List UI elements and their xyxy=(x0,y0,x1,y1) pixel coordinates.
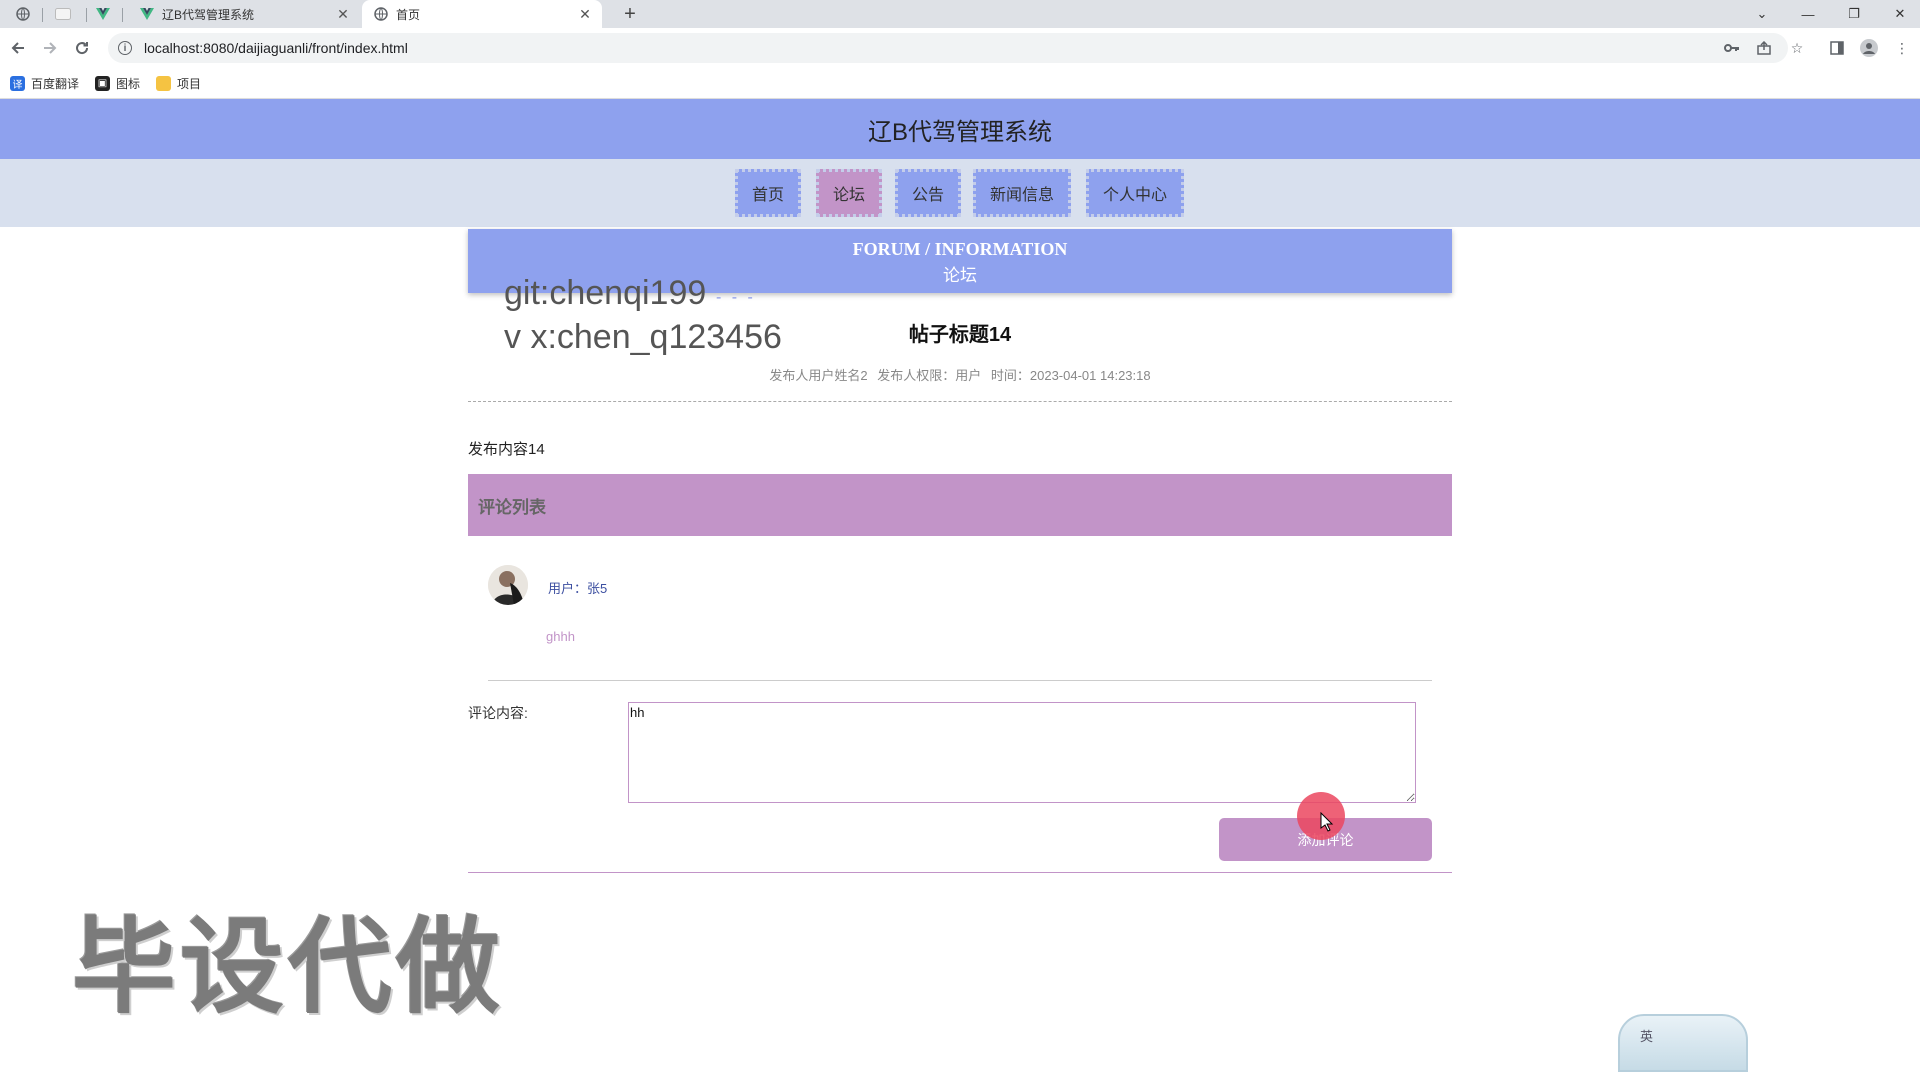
ime-status-widget[interactable]: 英 xyxy=(1618,1014,1748,1072)
profile-icon[interactable] xyxy=(1857,36,1881,60)
comment-user: 用户：张5 xyxy=(548,581,608,596)
divider xyxy=(468,401,1452,402)
post-title: 帖子标题14 xyxy=(908,324,1012,346)
close-icon[interactable]: ✕ xyxy=(334,5,352,23)
avatar xyxy=(488,565,528,605)
comment-form-label: 评论内容: xyxy=(468,705,528,721)
bookmark-icons[interactable]: ▣ 图标 xyxy=(95,75,140,92)
nav-item-forum[interactable]: 论坛 xyxy=(816,169,882,217)
restore-icon[interactable]: ❐ xyxy=(1834,0,1874,28)
bookmark-app-icon: ▣ xyxy=(95,75,111,91)
pinned-tab-2[interactable] xyxy=(48,0,78,28)
info-icon[interactable]: i xyxy=(118,41,132,55)
close-window-icon[interactable]: ✕ xyxy=(1880,0,1920,28)
nav-item-notice[interactable]: 公告 xyxy=(895,169,961,217)
comment-textarea[interactable]: hh xyxy=(628,702,1416,803)
bookmark-baidu-translate[interactable]: 译 百度翻译 xyxy=(10,75,79,92)
site-title: 辽B代驾管理系统 xyxy=(867,118,1052,146)
tab-separator xyxy=(122,8,123,22)
bookmarks-bar: 译 百度翻译 ▣ 图标 项目 xyxy=(0,68,1920,99)
promo-watermark: 毕设代做 xyxy=(72,906,505,1028)
forward-icon[interactable] xyxy=(38,36,62,60)
back-icon[interactable] xyxy=(6,36,30,60)
vue-icon xyxy=(140,8,154,20)
tab-title: 辽B代驾管理系统 xyxy=(162,7,255,22)
blank-page-icon xyxy=(55,8,71,20)
menu-dots-icon[interactable]: ⋮ xyxy=(1890,36,1914,60)
browser-toolbar: i localhost:8080/daijiaguanli/front/inde… xyxy=(0,28,1920,68)
vue-icon xyxy=(96,8,110,20)
nav-item-personal-center[interactable]: 个人中心 xyxy=(1086,169,1184,217)
new-tab-button[interactable]: + xyxy=(616,0,644,28)
globe-icon xyxy=(16,7,30,21)
translate-icon: 译 xyxy=(10,75,25,91)
address-bar[interactable]: i localhost:8080/daijiaguanli/front/inde… xyxy=(108,33,1788,63)
watermark-dashes: - - - xyxy=(716,289,756,306)
tab-separator xyxy=(86,8,87,22)
post-author: 发布人用户姓名2 xyxy=(769,368,868,383)
comment-item: 用户：张5 ghhh xyxy=(488,565,1432,685)
tab-home[interactable]: 首页 ✕ xyxy=(362,0,602,28)
bookmark-projects[interactable]: 项目 xyxy=(156,75,201,92)
ime-language-label: 英 xyxy=(1640,1029,1654,1044)
pinned-tab-3[interactable] xyxy=(88,0,118,28)
bookmark-label: 百度翻译 xyxy=(31,76,80,91)
nav-item-news[interactable]: 新闻信息 xyxy=(973,169,1071,217)
main-nav: 首页 论坛 公告 新闻信息 个人中心 xyxy=(0,159,1920,227)
reload-icon[interactable] xyxy=(70,36,94,60)
bookmark-label: 项目 xyxy=(177,76,202,91)
cursor-icon xyxy=(1320,812,1334,832)
pinned-tab-1[interactable] xyxy=(8,0,38,28)
url-text: localhost:8080/daijiaguanli/front/index.… xyxy=(144,40,408,56)
site-header: 辽B代驾管理系统 xyxy=(0,99,1920,159)
share-icon[interactable] xyxy=(1752,36,1776,60)
browser-tab-strip: 辽B代驾管理系统 ✕ 首页 ✕ + ⌄ — ❐ ✕ xyxy=(0,0,1920,28)
tab-admin-system[interactable]: 辽B代驾管理系统 ✕ xyxy=(128,0,360,28)
nav-item-home[interactable]: 首页 xyxy=(735,169,801,217)
side-panel-icon[interactable] xyxy=(1825,36,1849,60)
tab-title: 首页 xyxy=(396,7,421,22)
key-icon[interactable] xyxy=(1720,36,1744,60)
post-time: 时间：2023-04-01 14:23:18 xyxy=(990,368,1151,383)
post-content: 发布内容14 xyxy=(468,441,545,458)
divider xyxy=(468,872,1452,873)
post-meta: 发布人用户姓名2 发布人权限：用户 时间：2023-04-01 14:23:18 xyxy=(468,365,1452,384)
star-icon[interactable]: ☆ xyxy=(1785,36,1809,60)
divider xyxy=(488,680,1432,681)
close-icon[interactable]: ✕ xyxy=(576,5,594,23)
tab-search-icon[interactable]: ⌄ xyxy=(1742,0,1782,28)
minimize-icon[interactable]: — xyxy=(1788,0,1828,28)
comments-header: 评论列表 xyxy=(468,474,1452,536)
web-page: 辽B代驾管理系统 首页 论坛 公告 新闻信息 个人中心 FORUM / INFO… xyxy=(0,99,1920,1072)
bookmark-label: 图标 xyxy=(116,76,141,91)
tab-separator xyxy=(42,8,43,22)
banner-title-en: FORUM / INFORMATION xyxy=(852,239,1068,259)
post-role: 发布人权限：用户 xyxy=(877,368,982,383)
folder-icon xyxy=(156,75,172,91)
globe-icon xyxy=(374,7,388,21)
comment-text: ghhh xyxy=(546,629,575,644)
